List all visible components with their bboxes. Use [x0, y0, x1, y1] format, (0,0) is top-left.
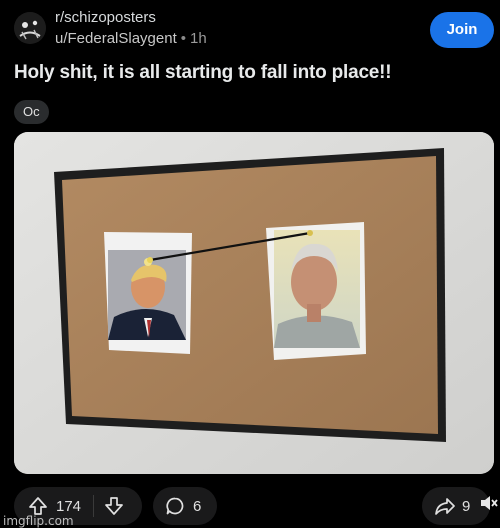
right-portrait-photo [266, 222, 366, 360]
avatar-image [14, 12, 46, 44]
post-actions: 174 6 9 [0, 484, 500, 528]
join-button[interactable]: Join [430, 12, 494, 48]
post-image[interactable] [14, 132, 494, 474]
subreddit-avatar[interactable] [14, 12, 46, 44]
post-header: r/schizoposters u/FederalSlaygent • 1h Joi… [0, 0, 500, 60]
comment-count: 6 [193, 497, 202, 515]
arrow-down-icon[interactable] [104, 496, 124, 516]
share-count: 9 [462, 497, 471, 515]
comments-button[interactable]: 6 [153, 487, 217, 525]
imgflip-watermark: imgflip.com [3, 514, 74, 528]
post-title[interactable]: Holy shit, it is all starting to fall in… [14, 62, 484, 84]
corkboard-photo [14, 132, 494, 474]
meta-separator: • [180, 30, 187, 47]
comment-bubble-icon [165, 496, 185, 516]
pin-left [147, 257, 153, 263]
share-arrow-icon [434, 496, 456, 516]
upvote-count: 174 [56, 497, 82, 515]
arrow-up-icon[interactable] [28, 496, 48, 516]
speaker-muted-icon[interactable] [478, 488, 500, 518]
post-flair[interactable]: Oc [14, 100, 49, 124]
vote-divider [93, 495, 95, 517]
post-time: 1h [190, 30, 207, 47]
subreddit-name[interactable]: r/schizoposters [55, 9, 156, 26]
author-username[interactable]: u/FederalSlaygent [55, 30, 177, 47]
left-mugshot-photo [104, 232, 192, 354]
post-meta: u/FederalSlaygent • 1h [55, 30, 207, 47]
pin-right [307, 230, 313, 236]
